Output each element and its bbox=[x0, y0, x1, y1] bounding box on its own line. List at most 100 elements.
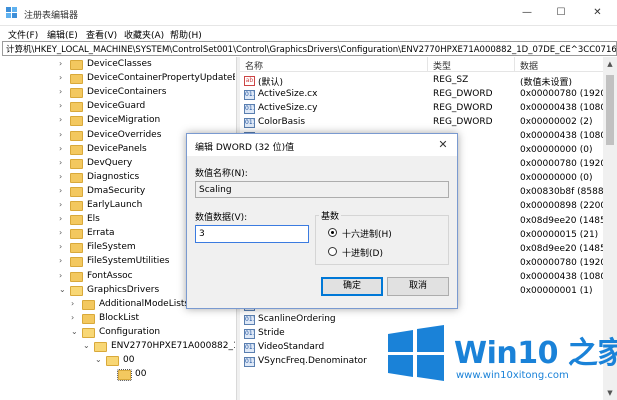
chevron-right-icon[interactable]: › bbox=[59, 115, 62, 124]
chevron-down-icon[interactable]: ⌄ bbox=[83, 341, 90, 350]
binary-value-icon: 011 bbox=[244, 357, 255, 367]
folder-icon bbox=[94, 342, 107, 352]
chevron-right-icon[interactable]: › bbox=[59, 144, 62, 153]
chevron-down-icon[interactable]: ⌄ bbox=[95, 355, 102, 364]
column-name[interactable]: 名称 bbox=[245, 59, 263, 72]
string-value-icon: ab bbox=[244, 76, 255, 86]
registry-editor-icon bbox=[6, 7, 17, 18]
value-data: 0x00830b8f (858817 bbox=[520, 187, 616, 198]
dialog-close-button[interactable]: ✕ bbox=[435, 137, 451, 153]
binary-value-icon: 011 bbox=[244, 342, 255, 353]
chevron-right-icon[interactable]: › bbox=[59, 186, 62, 195]
menu-file[interactable]: 文件(F) bbox=[8, 28, 38, 41]
value-data: 0x00000000 (0) bbox=[520, 145, 593, 156]
chevron-down-icon[interactable]: ⌄ bbox=[71, 327, 78, 336]
tree-item-label: 00 bbox=[123, 355, 135, 366]
chevron-right-icon[interactable]: › bbox=[59, 101, 62, 110]
folder-icon bbox=[117, 369, 132, 382]
chevron-right-icon[interactable]: › bbox=[59, 59, 62, 68]
chevron-right-icon[interactable]: › bbox=[71, 299, 74, 308]
tree-item-label: Els bbox=[87, 214, 100, 225]
folder-icon bbox=[70, 130, 83, 141]
tree-item[interactable]: ⌄ 00 bbox=[2, 354, 235, 368]
folder-icon bbox=[70, 215, 83, 226]
hex-radio-label[interactable]: 十六进制(H) bbox=[342, 227, 392, 240]
decimal-radio-label[interactable]: 十进制(D) bbox=[342, 246, 383, 259]
value-data: 0x00000898 (2200) bbox=[520, 201, 610, 212]
tree-item[interactable]: › DeviceClasses bbox=[2, 58, 235, 72]
chevron-right-icon[interactable]: › bbox=[59, 228, 62, 237]
menu-view[interactable]: 查看(V) bbox=[86, 28, 117, 41]
value-row[interactable]: 011ColorBasis REG_DWORD 0x00000002 (2) bbox=[240, 116, 617, 130]
menu-help[interactable]: 帮助(H) bbox=[170, 28, 202, 41]
tree-item[interactable]: › DeviceContainers bbox=[2, 86, 235, 100]
value-row[interactable]: ab (默认) REG_SZ (数值未设置) bbox=[240, 74, 617, 88]
ok-button[interactable]: 确定 bbox=[321, 277, 383, 296]
chevron-right-icon[interactable]: › bbox=[59, 242, 62, 251]
column-divider[interactable] bbox=[514, 57, 515, 72]
list-header: 名称 类型 数据 bbox=[240, 57, 617, 72]
menu-edit[interactable]: 编辑(E) bbox=[47, 28, 78, 41]
base-label: 基数 bbox=[319, 209, 342, 222]
folder-icon bbox=[82, 299, 95, 310]
maximize-button[interactable]: ☐ bbox=[544, 0, 578, 26]
close-button[interactable]: ✕ bbox=[578, 0, 617, 26]
value-data: 0x00000438 (1080) bbox=[520, 103, 610, 114]
binary-value-icon: 011 bbox=[244, 118, 255, 129]
scroll-thumb[interactable] bbox=[606, 75, 614, 145]
value-name: VideoStandard bbox=[258, 341, 325, 352]
folder-icon bbox=[70, 88, 83, 99]
value-data: 0x08d9ee20 (14850 bbox=[520, 243, 612, 254]
chevron-right-icon[interactable]: › bbox=[59, 271, 62, 280]
chevron-right-icon[interactable]: › bbox=[59, 158, 62, 167]
tree-item[interactable]: › DeviceGuard bbox=[2, 100, 235, 114]
dialog-title-bar: 编辑 DWORD (32 位)值 ✕ bbox=[187, 134, 457, 156]
chevron-right-icon[interactable]: › bbox=[59, 214, 62, 223]
value-row[interactable]: 011ActiveSize.cx REG_DWORD 0x00000780 (192… bbox=[240, 88, 617, 102]
value-name-text: Scaling bbox=[199, 185, 232, 195]
tree-item-label: GraphicsDrivers bbox=[87, 284, 160, 295]
menu-favorites[interactable]: 收藏夹(A) bbox=[124, 28, 164, 41]
tree-item[interactable]: 00 bbox=[2, 368, 235, 382]
chevron-right-icon[interactable]: › bbox=[59, 130, 62, 139]
chevron-right-icon[interactable]: › bbox=[71, 313, 74, 322]
column-data[interactable]: 数据 bbox=[520, 59, 538, 72]
binary-value-icon: 011 bbox=[244, 90, 255, 101]
tree-item[interactable]: ⌄ Configuration bbox=[2, 326, 235, 340]
watermark-brand: Win10 之家 bbox=[454, 336, 617, 371]
tree-item[interactable]: › DeviceMigration bbox=[2, 114, 235, 128]
hex-radio[interactable] bbox=[328, 228, 337, 237]
value-data-input[interactable] bbox=[195, 225, 309, 243]
value-data: 0x00000000 (0) bbox=[520, 173, 593, 184]
watermark-url: www.win10xitong.com bbox=[456, 370, 569, 381]
address-bar[interactable]: 计算机\HKEY_LOCAL_MACHINE\SYSTEM\ControlSet… bbox=[2, 41, 617, 56]
dialog-title: 编辑 DWORD (32 位)值 bbox=[195, 143, 295, 153]
value-name: Stride bbox=[258, 327, 285, 338]
folder-icon bbox=[82, 313, 95, 324]
chevron-right-icon[interactable]: › bbox=[59, 172, 62, 181]
scroll-up-icon[interactable]: ▲ bbox=[603, 57, 617, 71]
chevron-down-icon[interactable]: ⌄ bbox=[59, 285, 66, 294]
tree-item[interactable]: › BlockList bbox=[2, 312, 235, 326]
tree-item-label: ENV2770HPXE71A000882_1 bbox=[111, 341, 235, 351]
chevron-right-icon[interactable]: › bbox=[59, 73, 62, 82]
column-type[interactable]: 类型 bbox=[433, 59, 451, 72]
tree-item[interactable]: › DeviceContainerPropertyUpdateE bbox=[2, 72, 235, 86]
minimize-button[interactable]: — bbox=[510, 0, 544, 26]
chevron-right-icon[interactable]: › bbox=[59, 200, 62, 209]
value-data: 0x08d9ee20 (14850 bbox=[520, 215, 612, 226]
windows-logo-icon bbox=[388, 325, 444, 381]
tree-item-label: Diagnostics bbox=[87, 171, 140, 182]
tree-item[interactable]: ⌄ ENV2770HPXE71A000882_1 bbox=[2, 340, 235, 354]
column-divider[interactable] bbox=[427, 57, 428, 72]
chevron-right-icon[interactable]: › bbox=[59, 256, 62, 265]
value-row[interactable]: 011ActiveSize.cy REG_DWORD 0x00000438 (108… bbox=[240, 102, 617, 116]
tree-item-label: Errata bbox=[87, 228, 115, 239]
cancel-button[interactable]: 取消 bbox=[387, 277, 449, 296]
decimal-radio[interactable] bbox=[328, 247, 337, 256]
tree-item-label: DeviceMigration bbox=[87, 115, 161, 126]
folder-icon bbox=[106, 356, 119, 367]
binary-value-icon: 011 bbox=[244, 104, 255, 115]
folder-icon bbox=[70, 144, 83, 155]
chevron-right-icon[interactable]: › bbox=[59, 87, 62, 96]
